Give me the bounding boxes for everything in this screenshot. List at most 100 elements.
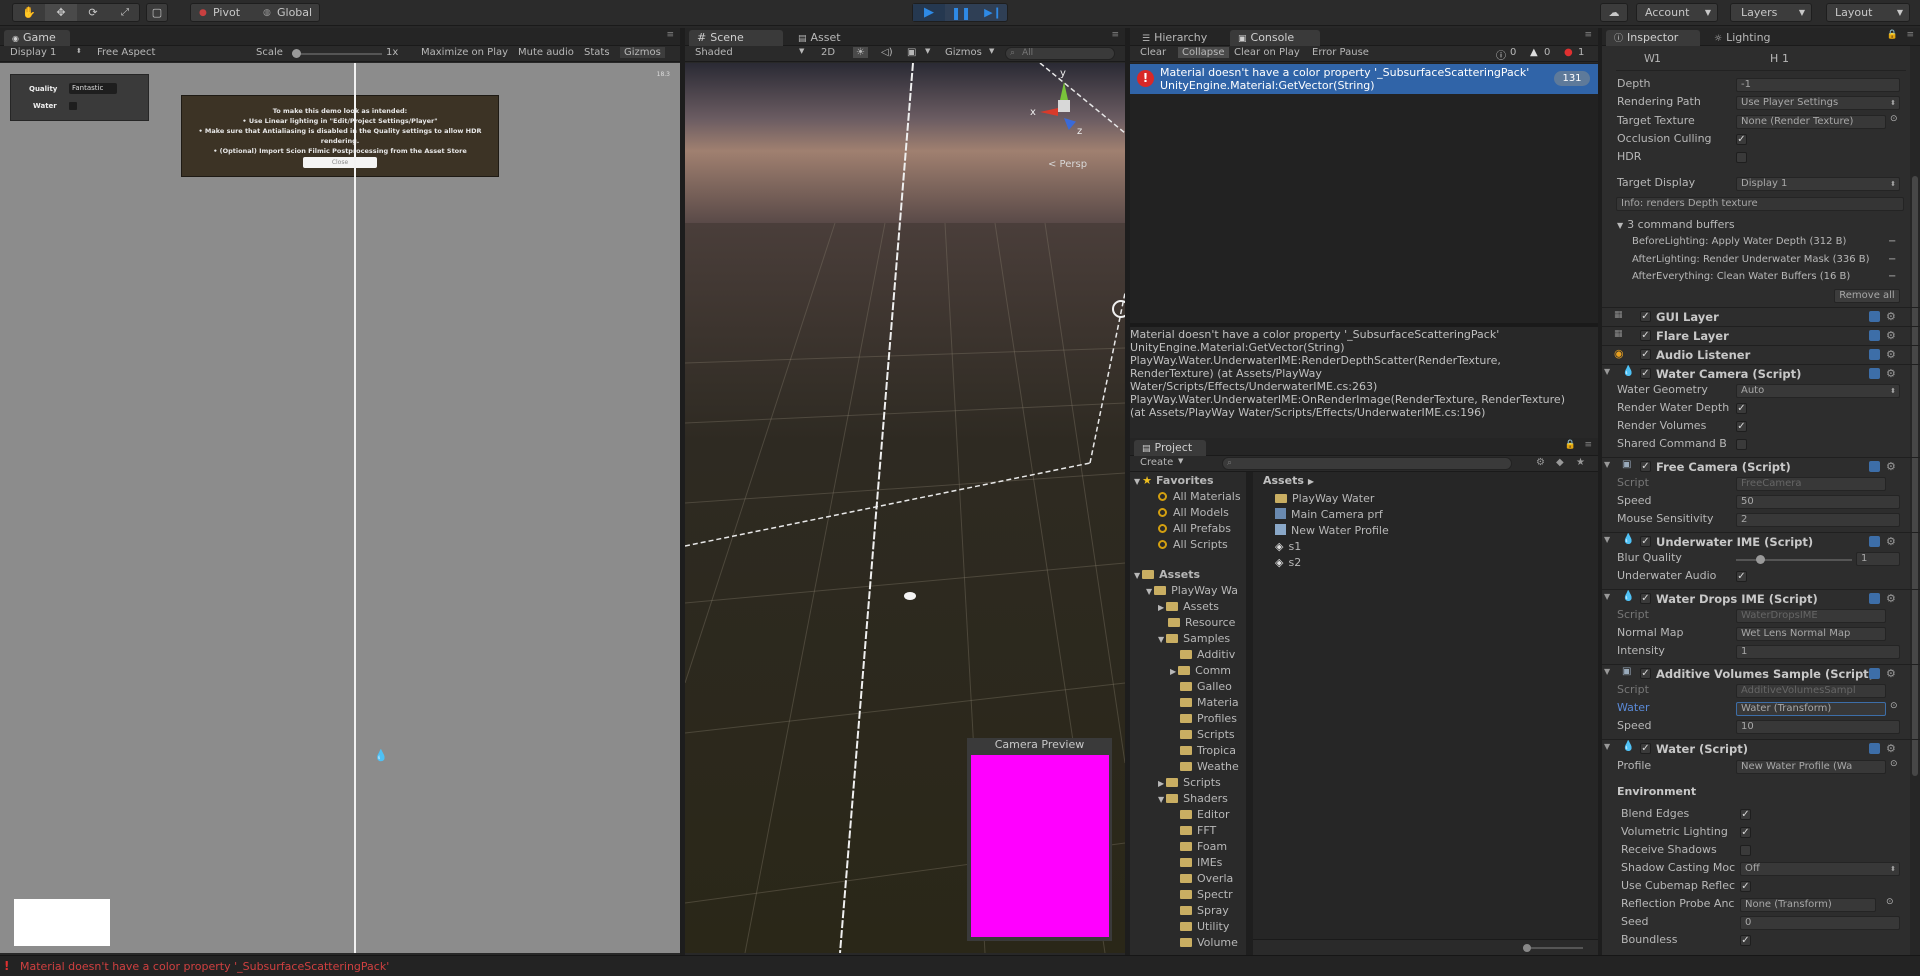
file-item[interactable]: Main Camera prf: [1275, 508, 1383, 524]
tree-item[interactable]: Galleo: [1180, 680, 1232, 696]
tree-item[interactable]: ▼ Shaders: [1158, 792, 1228, 808]
water-geometry-dropdown[interactable]: Auto ⬍: [1736, 384, 1900, 398]
lock-icon[interactable]: 🔒: [1887, 30, 1898, 40]
gizmos-toggle[interactable]: Gizmos: [620, 47, 665, 58]
file-item[interactable]: ◈ s2: [1275, 556, 1301, 572]
icon-size-handle[interactable]: [1523, 944, 1531, 952]
stats-toggle[interactable]: Stats: [584, 47, 610, 58]
gear-icon[interactable]: ⚙: [1886, 667, 1896, 680]
tree-item[interactable]: Foam: [1180, 840, 1227, 856]
favorite-item[interactable]: All Models: [1158, 506, 1229, 522]
water-camera-enabled-checkbox[interactable]: ✓: [1640, 368, 1651, 379]
file-item[interactable]: ◈ s1: [1275, 540, 1301, 556]
free-camera-enabled-checkbox[interactable]: ✓: [1640, 461, 1651, 472]
tree-item[interactable]: ▼ PlayWay Wa: [1146, 584, 1238, 600]
flare-layer-enabled-checkbox[interactable]: ✓: [1640, 330, 1651, 341]
move-tool-icon[interactable]: ✥: [45, 4, 77, 21]
panel-menu-icon[interactable]: ≡: [1111, 30, 1119, 40]
tree-item[interactable]: ▶ Assets: [1158, 600, 1219, 616]
gizmo-center-cube[interactable]: [1058, 100, 1070, 112]
gear-icon[interactable]: ⚙: [1886, 367, 1896, 380]
file-item[interactable]: PlayWay Water: [1275, 492, 1374, 508]
scale-slider-handle[interactable]: [292, 49, 301, 58]
water-transform-field[interactable]: Water (Transform): [1736, 702, 1886, 716]
tab-hierarchy[interactable]: ☰ Hierarchy: [1134, 30, 1224, 46]
aspect-dropdown[interactable]: Free Aspect: [97, 47, 155, 58]
tree-item[interactable]: ▶ Comm: [1170, 664, 1231, 680]
reflection-probe-field[interactable]: None (Transform): [1740, 898, 1876, 912]
filter-label-icon[interactable]: ◆: [1556, 457, 1564, 468]
water-toggle[interactable]: [69, 102, 77, 110]
info-count-icon[interactable]: ⓘ: [1496, 47, 1506, 62]
breadcrumb[interactable]: Assets ▶: [1263, 474, 1314, 487]
object-picker-icon[interactable]: ⊙: [1890, 759, 1898, 769]
hand-tool-icon[interactable]: ✋: [13, 6, 45, 19]
axis-y-cone[interactable]: [1060, 82, 1068, 100]
underwater-ime-enabled-checkbox[interactable]: ✓: [1640, 536, 1651, 547]
w-value[interactable]: 1: [1654, 52, 1661, 68]
lock-icon[interactable]: 🔒: [1565, 440, 1576, 450]
render-water-depth-checkbox[interactable]: ✓: [1736, 403, 1747, 414]
effects-toggle-icon[interactable]: ▣: [907, 47, 916, 58]
mouse-sensitivity-field[interactable]: 2: [1736, 513, 1900, 527]
tab-console[interactable]: ▣ Console: [1230, 30, 1320, 46]
additive-volumes-enabled-checkbox[interactable]: ✓: [1640, 668, 1651, 679]
tree-item[interactable]: Overla: [1180, 872, 1233, 888]
perspective-label[interactable]: < Persp: [1048, 159, 1087, 170]
h-value[interactable]: 1: [1782, 52, 1789, 68]
gear-icon[interactable]: ⚙: [1886, 329, 1896, 342]
help-book-icon[interactable]: [1869, 461, 1880, 472]
filter-type-icon[interactable]: ⚙: [1536, 457, 1545, 468]
icon-size-slider[interactable]: [1523, 944, 1583, 952]
game-viewport[interactable]: 18.3 Quality Fantastic Water To make thi…: [0, 63, 680, 953]
tree-item[interactable]: Utility: [1180, 920, 1229, 936]
tab-scene[interactable]: # Scene: [689, 30, 783, 46]
scene-search-input[interactable]: ⌕ All: [1005, 47, 1115, 60]
notice-close-button[interactable]: Close: [303, 157, 377, 168]
remove-all-button[interactable]: Remove all: [1834, 289, 1900, 303]
volumetric-lighting-checkbox[interactable]: ✓: [1740, 827, 1751, 838]
gear-icon[interactable]: ⚙: [1886, 535, 1896, 548]
object-picker-icon[interactable]: ⊙: [1890, 114, 1898, 124]
axis-z-cone[interactable]: [1064, 118, 1076, 130]
water-script-component[interactable]: ▼ 💧 ✓ Water (Script) ⚙: [1602, 739, 1920, 757]
pause-button-icon[interactable]: ❚❚: [945, 6, 977, 20]
global-button[interactable]: Global: [277, 6, 312, 19]
underwater-audio-checkbox[interactable]: ✓: [1736, 571, 1747, 582]
tree-item[interactable]: Profiles: [1180, 712, 1237, 728]
remove-buffer-button[interactable]: −: [1888, 271, 1896, 282]
gear-icon[interactable]: ⚙: [1886, 592, 1896, 605]
gizmos-dropdown[interactable]: Gizmos: [945, 47, 982, 58]
tab-inspector[interactable]: ⓘ Inspector: [1606, 30, 1700, 46]
collapse-toggle[interactable]: Collapse: [1178, 47, 1229, 58]
tree-item[interactable]: FFT: [1180, 824, 1216, 840]
tree-item[interactable]: Additiv: [1180, 648, 1235, 664]
tree-item[interactable]: ▼ Samples: [1158, 632, 1230, 648]
help-book-icon[interactable]: [1869, 593, 1880, 604]
file-item[interactable]: New Water Profile: [1275, 524, 1389, 540]
axis-x-cone[interactable]: [1040, 108, 1058, 116]
favorite-item[interactable]: All Prefabs: [1158, 522, 1231, 538]
help-book-icon[interactable]: [1869, 668, 1880, 679]
help-book-icon[interactable]: [1869, 536, 1880, 547]
target-texture-field[interactable]: None (Render Texture): [1736, 115, 1886, 129]
warning-count-icon[interactable]: ▲: [1530, 47, 1538, 58]
blur-quality-handle[interactable]: [1756, 555, 1765, 564]
tree-item[interactable]: Spectr: [1180, 888, 1233, 904]
water-drops-component[interactable]: ▼ 💧 ✓ Water Drops IME (Script) ⚙: [1602, 589, 1920, 607]
audio-listener-component[interactable]: ◉ ✓ Audio Listener ⚙: [1602, 345, 1920, 363]
2d-toggle[interactable]: 2D: [821, 47, 835, 58]
error-count-icon[interactable]: ●: [1564, 47, 1573, 58]
speed-field[interactable]: 50: [1736, 495, 1900, 509]
panel-menu-icon[interactable]: ≡: [1584, 30, 1592, 40]
tree-item[interactable]: Volume: [1180, 936, 1238, 952]
inspector-scroll-thumb[interactable]: [1912, 176, 1918, 776]
water-script-enabled-checkbox[interactable]: ✓: [1640, 743, 1651, 754]
water-drops-enabled-checkbox[interactable]: ✓: [1640, 593, 1651, 604]
cloud-icon[interactable]: ☁: [1600, 3, 1628, 22]
flare-layer-component[interactable]: ▦ ✓ Flare Layer ⚙: [1602, 326, 1920, 344]
blur-quality-field[interactable]: 1: [1856, 552, 1900, 566]
hdr-checkbox[interactable]: [1736, 152, 1747, 163]
project-search-input[interactable]: ⌕: [1222, 457, 1512, 470]
scale-tool-icon[interactable]: ⤢: [109, 7, 141, 18]
